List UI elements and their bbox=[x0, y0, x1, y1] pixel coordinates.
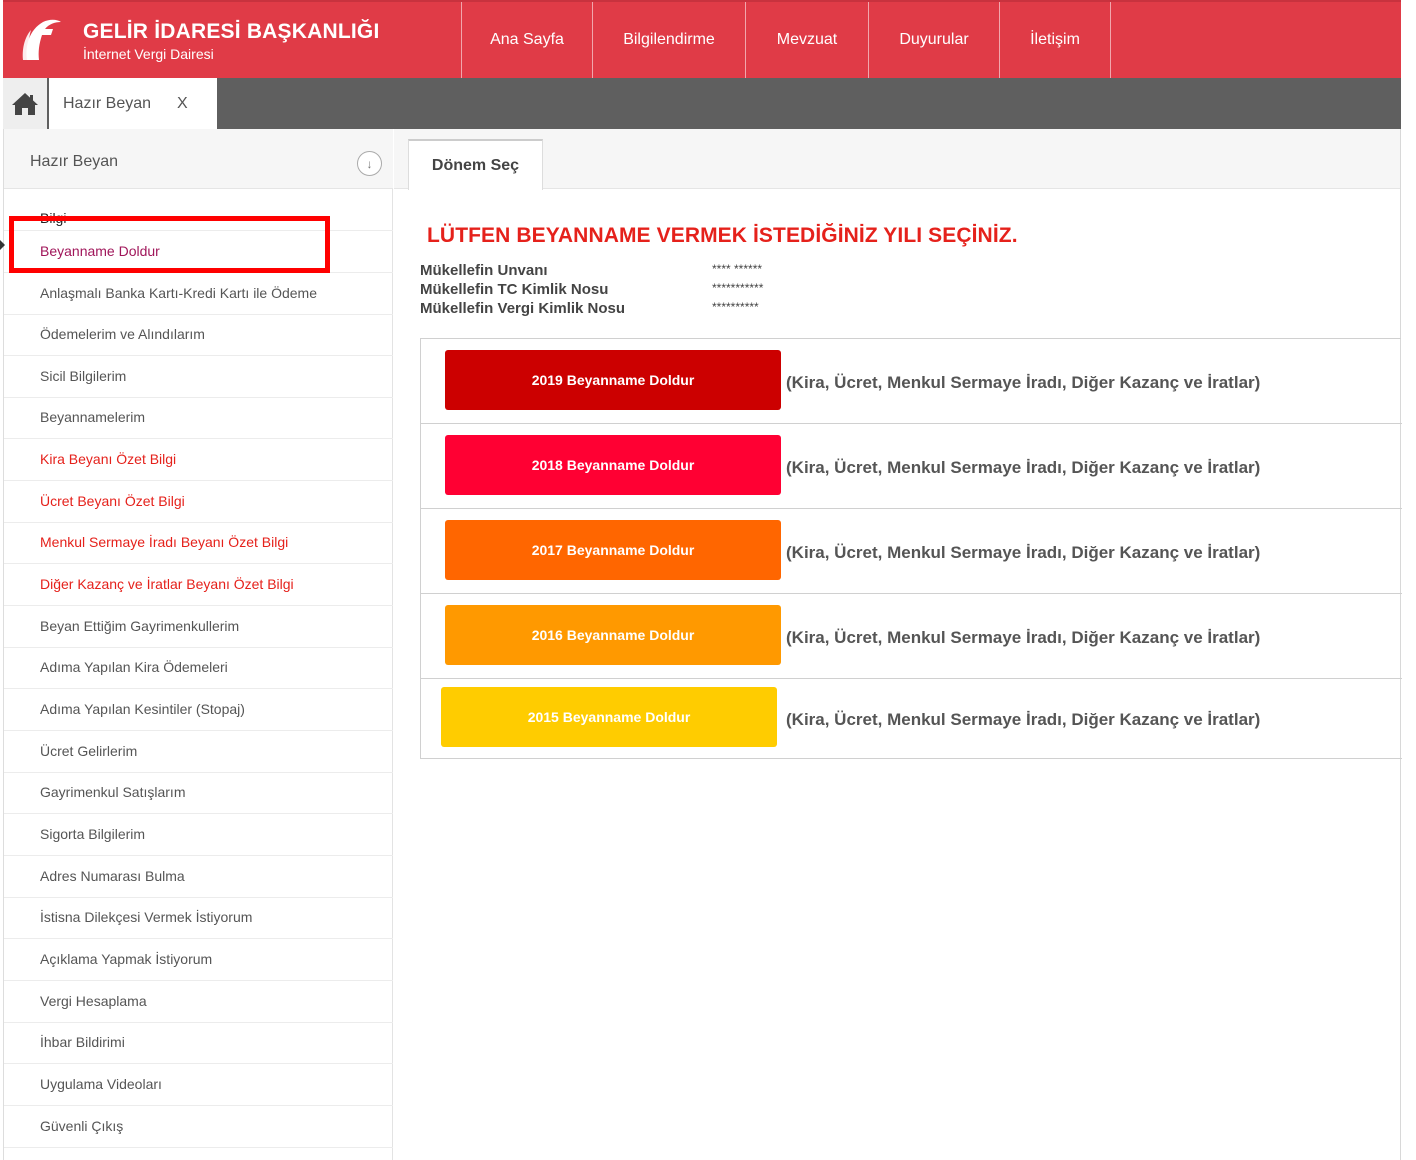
sidebar-item-gayrimenkullerim[interactable]: Beyan Ettiğim Gayrimenkullerim bbox=[4, 606, 393, 648]
year-2017-button[interactable]: 2017 Beyanname Doldur bbox=[445, 520, 781, 580]
tab-label: Hazır Beyan bbox=[63, 95, 152, 112]
year-row: 2017 Beyanname Doldur (Kira, Ücret, Menk… bbox=[421, 509, 1402, 594]
nav-iletisim[interactable]: İletişim bbox=[999, 2, 1111, 78]
year-2016-button[interactable]: 2016 Beyanname Doldur bbox=[445, 605, 781, 665]
collapse-icon[interactable]: ↓ bbox=[357, 151, 382, 176]
sidebar-item-adres-numarasi[interactable]: Adres Numarası Bulma bbox=[4, 856, 393, 898]
year-row: 2016 Beyanname Doldur (Kira, Ücret, Menk… bbox=[421, 594, 1402, 679]
year-row: 2019 Beyanname Doldur (Kira, Ücret, Menk… bbox=[421, 339, 1402, 424]
sidebar-item-odemelerim[interactable]: Ödemelerim ve Alındılarım bbox=[4, 314, 393, 356]
year-description: (Kira, Ücret, Menkul Sermaye İradı, Diğe… bbox=[786, 373, 1261, 392]
sidebar-item-ucret-ozet[interactable]: Ücret Beyanı Özet Bilgi bbox=[4, 481, 393, 523]
tab-donem-sec[interactable]: Dönem Seç bbox=[408, 139, 543, 190]
main-content: Dönem Seç LÜTFEN BEYANNAME VERMEK İSTEDİ… bbox=[394, 129, 1402, 1160]
sidebar-title: Hazır Beyan bbox=[30, 153, 119, 170]
sidebar-item-uygulama-videolari[interactable]: Uygulama Videoları bbox=[4, 1064, 393, 1106]
home-button[interactable] bbox=[3, 78, 47, 129]
info-label: Mükellefin Unvanı bbox=[420, 262, 548, 279]
sidebar-item-kira-odemeleri[interactable]: Adıma Yapılan Kira Ödemeleri bbox=[4, 647, 393, 689]
sidebar-item-bilgi[interactable]: Bilgi bbox=[4, 189, 393, 231]
sidebar-item-beyanname-doldur[interactable]: Beyanname Doldur bbox=[4, 231, 393, 273]
year-2018-button[interactable]: 2018 Beyanname Doldur bbox=[445, 435, 781, 495]
sidebar-item-kira-ozet[interactable]: Kira Beyanı Özet Bilgi bbox=[4, 439, 393, 481]
sidebar-item-istisna-dilekcesi[interactable]: İstisna Dilekçesi Vermek İstiyorum bbox=[4, 897, 393, 939]
home-icon bbox=[12, 92, 38, 115]
nav-duyurular[interactable]: Duyurular bbox=[868, 2, 999, 78]
nav-ana-sayfa[interactable]: Ana Sayfa bbox=[461, 2, 592, 78]
brand-title: GELİR İDARESİ BAŞKANLIĞI bbox=[83, 20, 380, 43]
year-2019-button[interactable]: 2019 Beyanname Doldur bbox=[445, 350, 781, 410]
nav-bilgilendirme[interactable]: Bilgilendirme bbox=[592, 2, 745, 78]
info-label: Mükellefin Vergi Kimlik Nosu bbox=[420, 300, 626, 317]
tab-hazir-beyan[interactable]: Hazır Beyan X bbox=[49, 78, 217, 129]
sidebar-item-diger-kazanc-ozet[interactable]: Diğer Kazanç ve İratlar Beyanı Özet Bilg… bbox=[4, 564, 393, 606]
sidebar: Hazır Beyan ↓ Bilgi Beyanname Doldur Anl… bbox=[3, 129, 393, 1160]
sidebar-item-ucret-gelirlerim[interactable]: Ücret Gelirlerim bbox=[4, 731, 393, 773]
nav-mevzuat[interactable]: Mevzuat bbox=[745, 2, 868, 78]
info-value: ********** bbox=[712, 300, 759, 314]
info-value: *********** bbox=[712, 281, 764, 295]
main-tab-bar: Dönem Seç bbox=[394, 129, 1400, 190]
sidebar-item-menkul-ozet[interactable]: Menkul Sermaye İradı Beyanı Özet Bilgi bbox=[4, 522, 393, 564]
brand-subtitle: İnternet Vergi Dairesi bbox=[83, 46, 214, 62]
year-2015-button[interactable]: 2015 Beyanname Doldur bbox=[441, 687, 777, 747]
year-description: (Kira, Ücret, Menkul Sermaye İradı, Diğe… bbox=[786, 543, 1261, 562]
tab-close-button[interactable]: X bbox=[177, 95, 188, 113]
sidebar-item-banka-karti-odeme[interactable]: Anlaşmalı Banka Kartı-Kredi Kartı ile Öd… bbox=[4, 273, 393, 315]
gib-logo[interactable] bbox=[19, 16, 63, 64]
pointer-arrow-icon bbox=[0, 240, 5, 250]
top-nav: Ana Sayfa Bilgilendirme Mevzuat Duyurula… bbox=[461, 2, 1111, 78]
sidebar-item-vergi-hesaplama[interactable]: Vergi Hesaplama bbox=[4, 981, 393, 1023]
sidebar-item-gayrimenkul-satislarim[interactable]: Gayrimenkul Satışlarım bbox=[4, 772, 393, 814]
info-label: Mükellefin TC Kimlik Nosu bbox=[420, 281, 609, 298]
sidebar-item-sigorta-bilgilerim[interactable]: Sigorta Bilgilerim bbox=[4, 814, 393, 856]
sidebar-item-beyannamelerim[interactable]: Beyannamelerim bbox=[4, 397, 393, 439]
sidebar-item-sicil-bilgilerim[interactable]: Sicil Bilgilerim bbox=[4, 356, 393, 398]
year-row: 2018 Beyanname Doldur (Kira, Ücret, Menk… bbox=[421, 424, 1402, 509]
year-description: (Kira, Ücret, Menkul Sermaye İradı, Diğe… bbox=[786, 710, 1261, 729]
page-title: LÜTFEN BEYANNAME VERMEK İSTEDİĞİNİZ YILI… bbox=[427, 224, 1018, 247]
sidebar-item-guvenli-cikis[interactable]: Güvenli Çıkış bbox=[4, 1106, 393, 1148]
top-header: GELİR İDARESİ BAŞKANLIĞI İnternet Vergi … bbox=[3, 0, 1401, 78]
year-selection-table: 2019 Beyanname Doldur (Kira, Ücret, Menk… bbox=[420, 338, 1402, 759]
tab-bar: Hazır Beyan X bbox=[3, 78, 1401, 129]
sidebar-item-ihbar-bildirimi[interactable]: İhbar Bildirimi bbox=[4, 1022, 393, 1064]
sidebar-item-aciklama[interactable]: Açıklama Yapmak İstiyorum bbox=[4, 939, 393, 981]
sidebar-item-kesintiler[interactable]: Adıma Yapılan Kesintiler (Stopaj) bbox=[4, 689, 393, 731]
year-description: (Kira, Ücret, Menkul Sermaye İradı, Diğe… bbox=[786, 458, 1261, 477]
sidebar-header: Hazır Beyan ↓ bbox=[4, 129, 393, 189]
year-row: 2015 Beyanname Doldur (Kira, Ücret, Menk… bbox=[421, 679, 1402, 759]
year-description: (Kira, Ücret, Menkul Sermaye İradı, Diğe… bbox=[786, 628, 1261, 647]
info-value: **** ****** bbox=[712, 262, 763, 276]
